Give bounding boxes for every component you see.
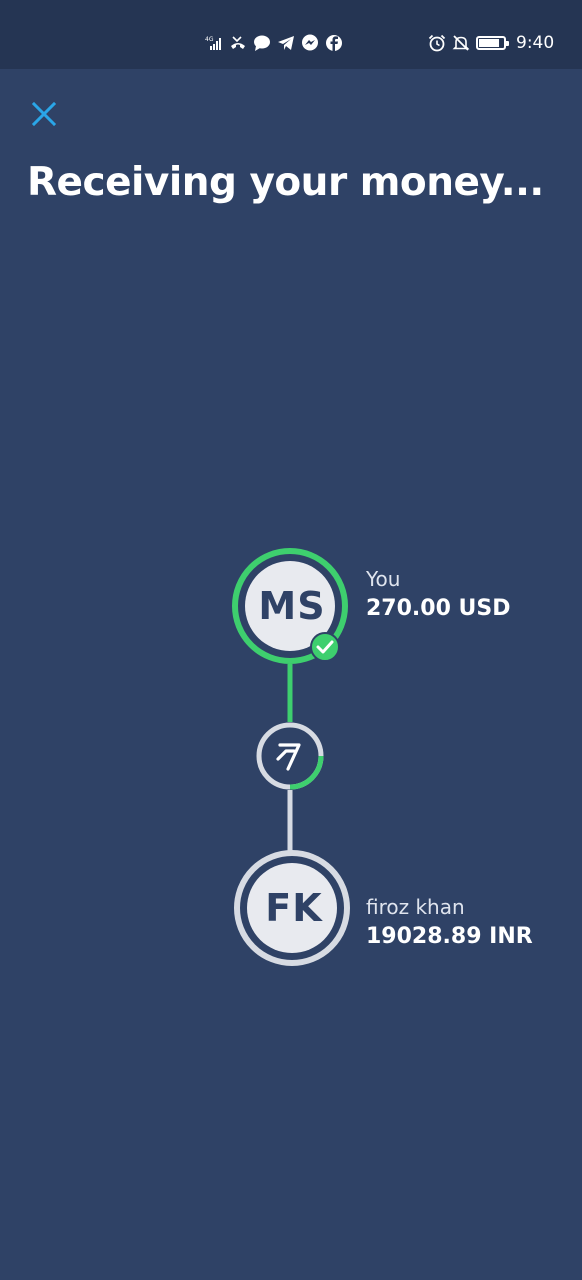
telegram-icon <box>277 34 295 52</box>
status-bar: 4G 9:40 <box>0 0 582 69</box>
alarm-icon <box>428 34 446 52</box>
sender-initials: MS <box>258 584 326 628</box>
status-icons-right: 9:40 <box>428 31 554 55</box>
battery-icon <box>476 36 509 50</box>
facebook-icon <box>325 34 343 52</box>
sender-name: You <box>366 567 401 591</box>
wise-logo-icon <box>256 722 324 790</box>
chat-icon <box>253 34 271 52</box>
check-badge-icon <box>310 632 340 662</box>
signal-icon: 4G <box>205 34 223 52</box>
missed-call-icon <box>229 34 247 52</box>
mute-icon <box>452 34 470 52</box>
svg-text:4G: 4G <box>205 36 214 43</box>
recipient-name: firoz khan <box>366 895 465 919</box>
close-button[interactable] <box>28 98 60 130</box>
sender-amount: 270.00 USD <box>366 596 511 621</box>
status-icons-left: 4G <box>205 31 343 55</box>
status-time: 9:40 <box>516 33 555 53</box>
recipient-initials: FK <box>265 886 323 930</box>
close-icon <box>31 101 57 127</box>
messenger-icon <box>301 34 319 52</box>
page-title: Receiving your money... <box>27 160 544 205</box>
recipient-amount: 19028.89 INR <box>366 924 533 949</box>
